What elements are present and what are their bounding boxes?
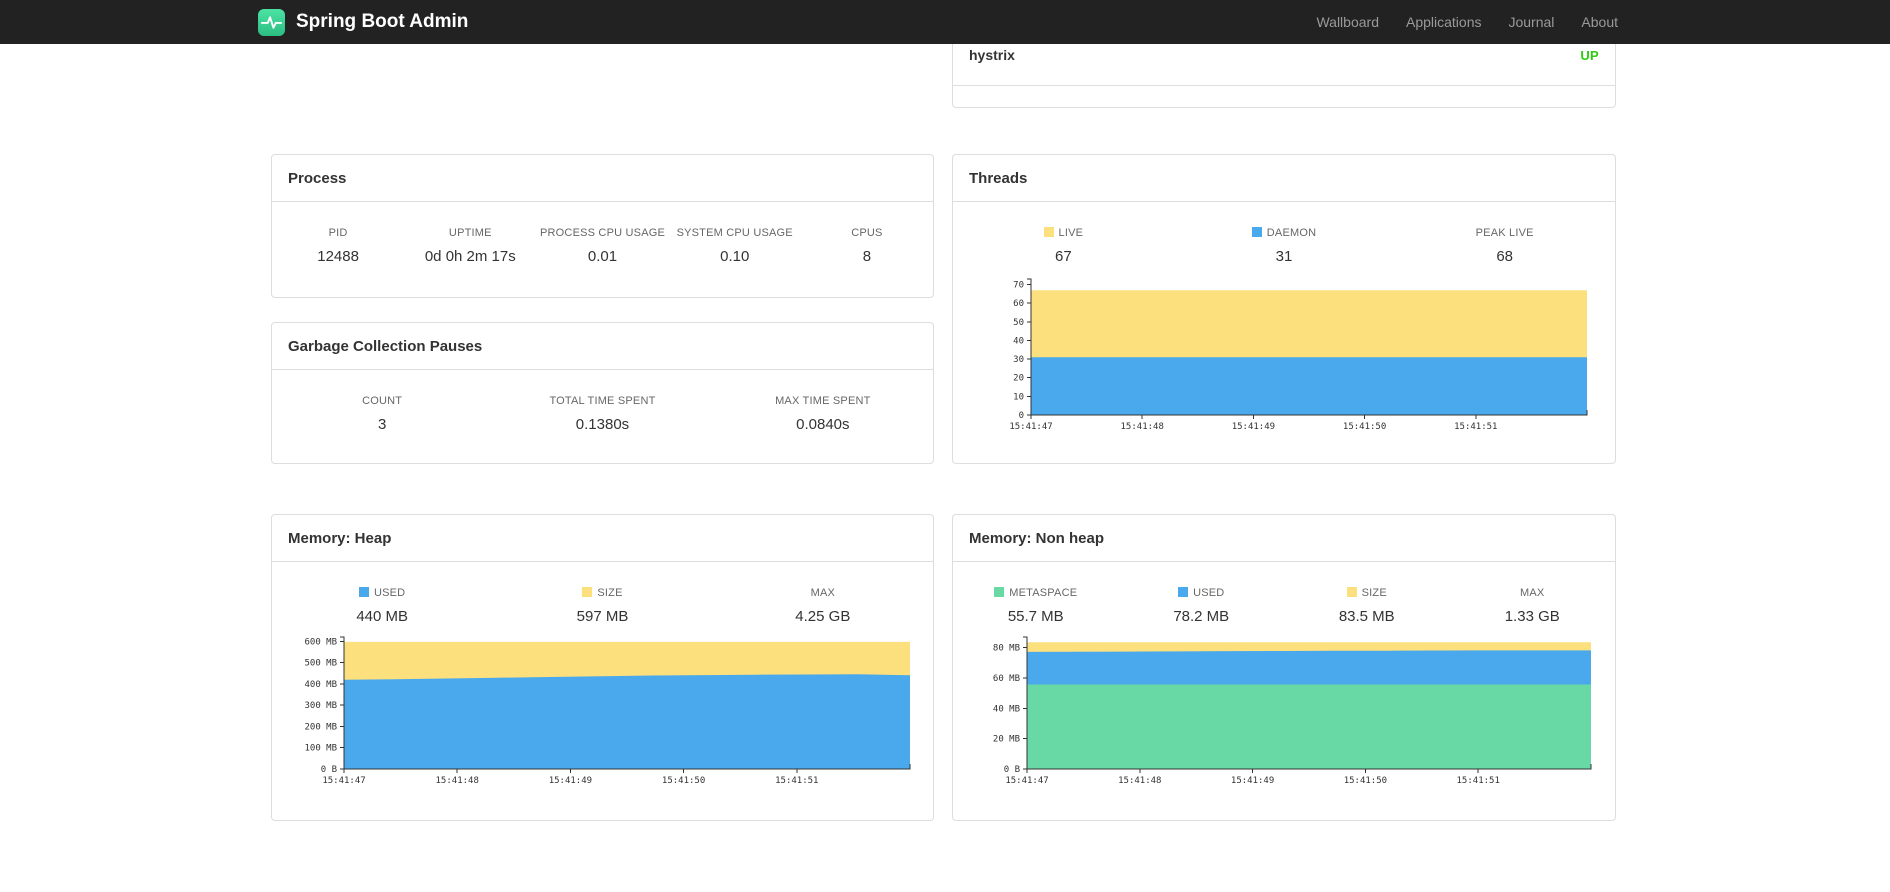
svg-text:70: 70: [1013, 281, 1024, 291]
svg-text:20: 20: [1013, 374, 1024, 384]
svg-text:40 MB: 40 MB: [993, 704, 1020, 714]
svg-text:15:41:50: 15:41:50: [1344, 776, 1387, 786]
spring-boot-admin-logo-icon: [258, 8, 285, 36]
card-title: Process: [272, 155, 933, 202]
memory-nonheap-area-chart: 80 MB 60 MB 40 MB 20 MB 0 B 15:41:47 15:41:48 1…: [973, 631, 1599, 787]
card-title: Garbage Collection Pauses: [272, 323, 933, 370]
stat-process-cpu: PROCESS CPU USAGE 0.01: [539, 227, 666, 265]
svg-text:0 B: 0 B: [321, 765, 337, 775]
threads-card: Threads LIVE 67 DAEMON 31 PEAK LIVE 68 7…: [952, 154, 1616, 464]
nav-links: Wallboard Applications Journal About: [1316, 0, 1618, 44]
nav-item-journal[interactable]: Journal: [1508, 14, 1554, 30]
gc-pauses-card: Garbage Collection Pauses COUNT 3 TOTAL …: [271, 322, 934, 464]
legend-used: USED 78.2 MB: [1173, 587, 1230, 625]
process-stats: PID 12488 UPTIME 0d 0h 2m 17s PROCESS CP…: [272, 202, 933, 265]
svg-text:15:41:49: 15:41:49: [1231, 776, 1274, 786]
svg-text:15:41:48: 15:41:48: [1121, 422, 1164, 432]
legend-swatch-metaspace: [994, 587, 1005, 597]
card-title: Memory: Non heap: [953, 515, 1615, 562]
legend-max: MAX 1.33 GB: [1504, 587, 1560, 625]
stat-system-cpu: SYSTEM CPU USAGE 0.10: [676, 227, 793, 265]
svg-text:15:41:51: 15:41:51: [1454, 422, 1497, 432]
legend-swatch-size: [1346, 587, 1357, 597]
svg-text:80 MB: 80 MB: [993, 644, 1020, 654]
legend-metaspace: METASPACE 55.7 MB: [953, 587, 1119, 625]
process-card: Process PID 12488 UPTIME 0d 0h 2m 17s PR…: [271, 154, 934, 298]
legend-swatch-live: [1043, 227, 1054, 237]
stat-cpus: CPUS 8: [851, 227, 883, 265]
memory-heap-area-chart: 600 MB 500 MB 400 MB 300 MB 200 MB 100 MB 0 B1…: [288, 631, 918, 787]
legend-swatch-used: [1178, 587, 1189, 597]
svg-text:100 MB: 100 MB: [304, 744, 337, 754]
nav-item-applications[interactable]: Applications: [1406, 14, 1482, 30]
svg-text:15:41:48: 15:41:48: [1118, 776, 1161, 786]
legend-swatch-used: [358, 587, 369, 597]
nav-item-wallboard[interactable]: Wallboard: [1316, 14, 1379, 30]
svg-text:50: 50: [1013, 318, 1024, 328]
status-badge: UP: [1580, 47, 1599, 63]
stat-gc-total-time: TOTAL TIME SPENT 0.1380s: [549, 395, 656, 433]
svg-text:15:41:49: 15:41:49: [1232, 422, 1275, 432]
svg-text:60 MB: 60 MB: [993, 674, 1020, 684]
stat-gc-max-time: MAX TIME SPENT 0.0840s: [775, 395, 871, 433]
svg-text:15:41:50: 15:41:50: [662, 776, 705, 786]
legend-swatch-daemon: [1251, 227, 1262, 237]
svg-text:15:41:47: 15:41:47: [1005, 776, 1048, 786]
stat-gc-count: COUNT 3: [362, 395, 403, 433]
svg-text:15:41:47: 15:41:47: [1009, 422, 1052, 432]
svg-text:400 MB: 400 MB: [304, 680, 337, 690]
navbar: Spring Boot Admin Wallboard Applications…: [0, 0, 1890, 44]
legend-live: LIVE 67: [953, 227, 1174, 265]
svg-text:15:41:51: 15:41:51: [775, 776, 818, 786]
svg-text:600 MB: 600 MB: [304, 637, 337, 647]
memory-heap-card: Memory: Heap USED 440 MB SIZE 597 MB MAX…: [271, 514, 934, 821]
svg-text:10: 10: [1013, 392, 1024, 402]
stat-pid: PID 12488: [317, 227, 359, 265]
memory-nonheap-card: Memory: Non heap METASPACE 55.7 MB USED …: [952, 514, 1616, 821]
legend-daemon: DAEMON 31: [1174, 227, 1395, 265]
svg-text:0 B: 0 B: [1004, 765, 1020, 775]
svg-text:15:41:50: 15:41:50: [1343, 422, 1386, 432]
svg-text:15:41:51: 15:41:51: [1457, 776, 1500, 786]
svg-text:20 MB: 20 MB: [993, 735, 1020, 745]
svg-text:15:41:48: 15:41:48: [436, 776, 479, 786]
legend-max: MAX 4.25 GB: [795, 587, 851, 625]
threads-area-chart: 70 60 50 40 30 20 10 0 15:41:47 15:41:48 15:41:49 1…: [987, 273, 1595, 433]
legend-used: USED 440 MB: [356, 587, 409, 625]
svg-text:30: 30: [1013, 355, 1024, 365]
svg-text:15:41:49: 15:41:49: [549, 776, 592, 786]
gc-stats: COUNT 3 TOTAL TIME SPENT 0.1380s MAX TIM…: [272, 370, 933, 433]
nav-item-about[interactable]: About: [1581, 14, 1618, 30]
legend-peak-live: PEAK LIVE 68: [1475, 227, 1534, 265]
app-title: Spring Boot Admin: [296, 11, 469, 32]
svg-text:40: 40: [1013, 336, 1024, 346]
svg-text:200 MB: 200 MB: [304, 722, 337, 732]
legend-swatch-size: [582, 587, 593, 597]
brand[interactable]: Spring Boot Admin: [258, 0, 468, 44]
svg-text:0: 0: [1019, 411, 1024, 421]
svg-text:300 MB: 300 MB: [304, 701, 337, 711]
heap-legend: USED 440 MB SIZE 597 MB MAX 4.25 GB: [272, 562, 933, 625]
svg-text:15:41:47: 15:41:47: [322, 776, 365, 786]
legend-size: SIZE 83.5 MB: [1338, 587, 1395, 625]
nonheap-legend: METASPACE 55.7 MB USED 78.2 MB SIZE 83.5…: [953, 562, 1615, 625]
card-title: Threads: [953, 155, 1615, 202]
card-title: Memory: Heap: [272, 515, 933, 562]
threads-legend: LIVE 67 DAEMON 31 PEAK LIVE 68: [953, 202, 1615, 265]
svg-text:60: 60: [1013, 299, 1024, 309]
svg-text:500 MB: 500 MB: [304, 659, 337, 669]
stat-uptime: UPTIME 0d 0h 2m 17s: [424, 227, 516, 265]
health-indicator-name: hystrix: [969, 47, 1015, 63]
legend-size: SIZE 597 MB: [576, 587, 629, 625]
